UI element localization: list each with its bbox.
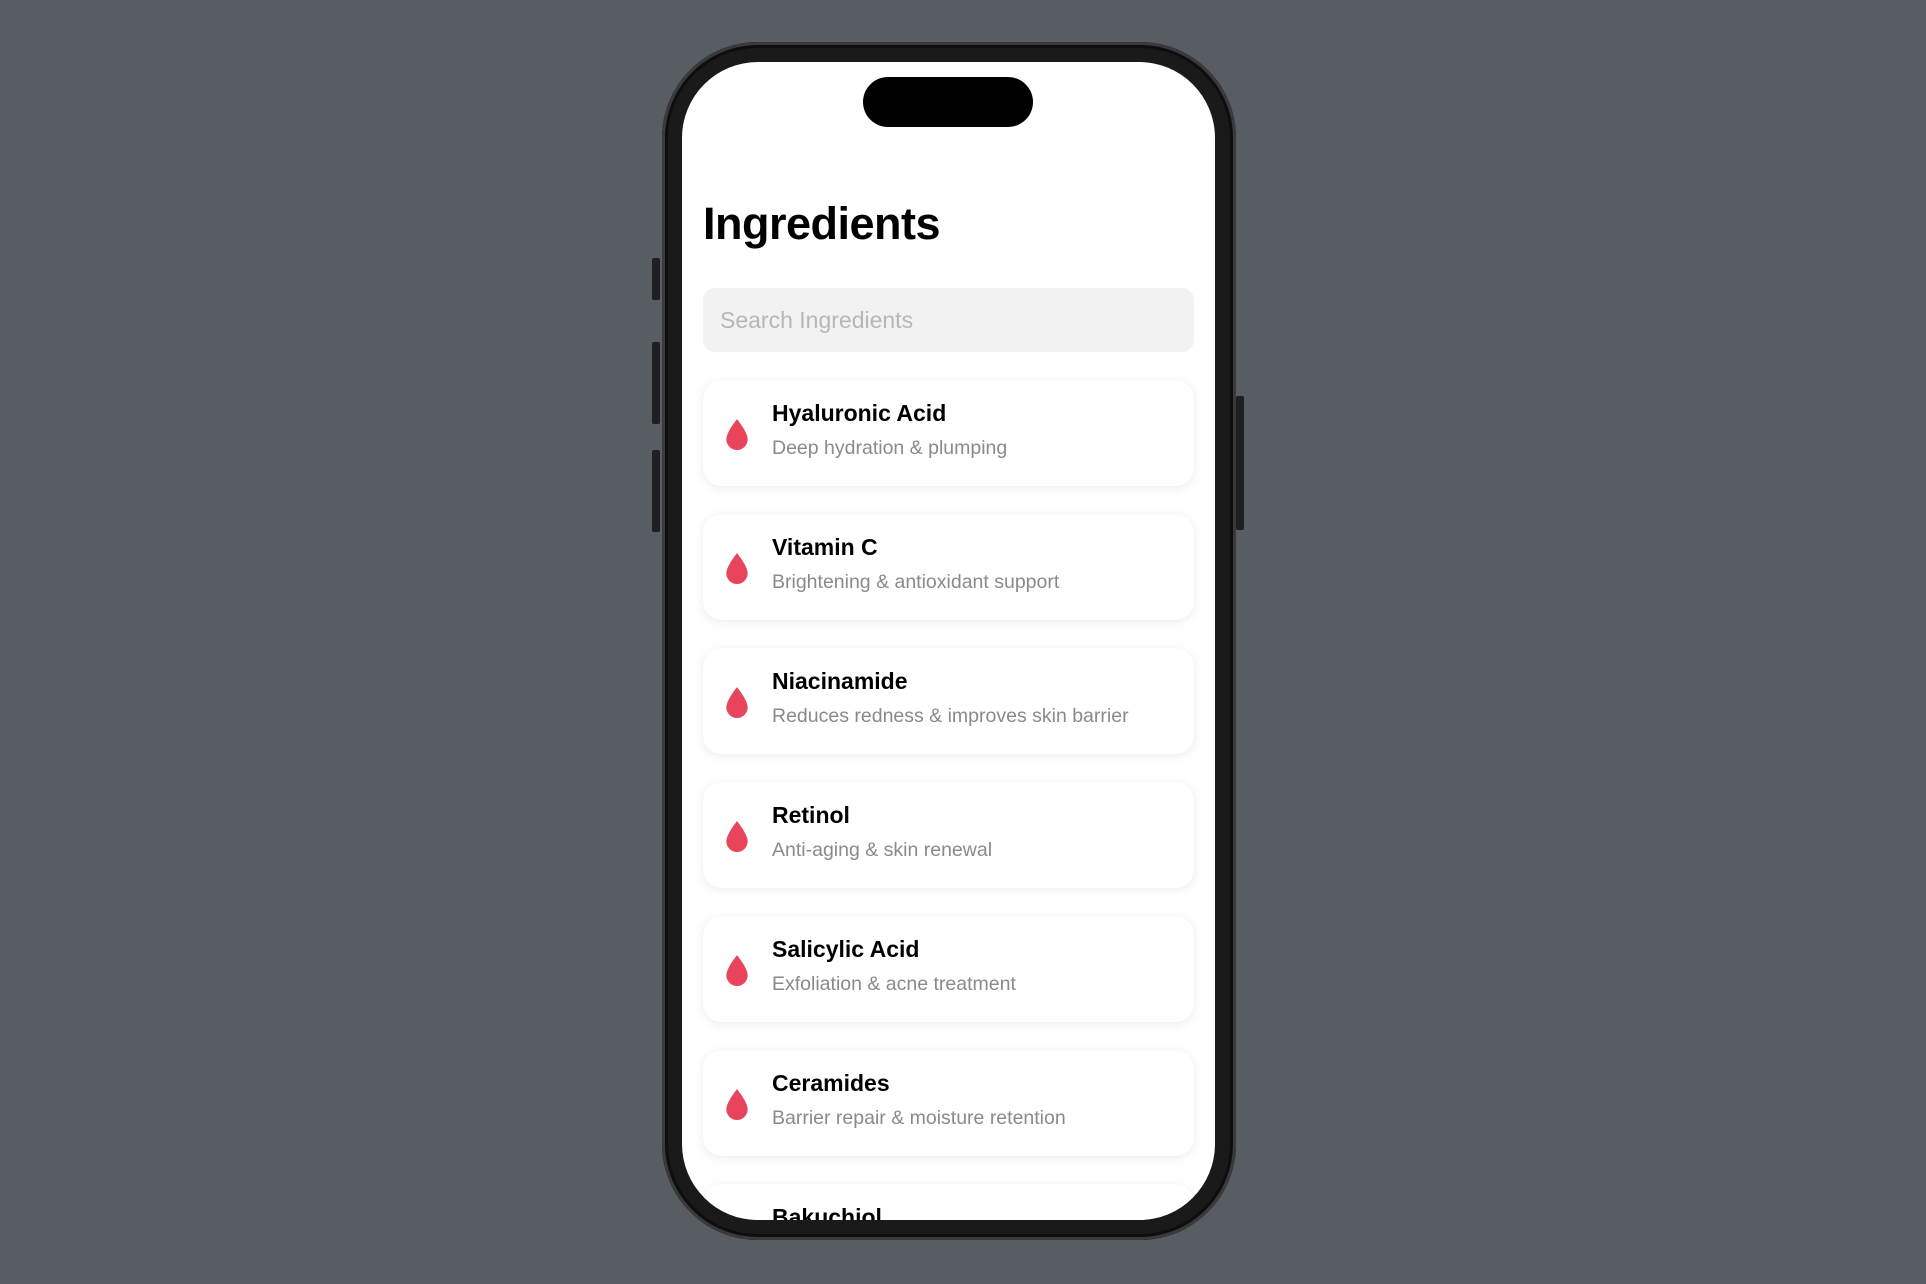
ingredient-description: Barrier repair & moisture retention [772,1107,1066,1129]
ingredient-name: Retinol [772,802,850,828]
ingredient-card-bakuchiol[interactable]: Bakuchiol [703,1184,1194,1220]
ingredient-card-niacinamide[interactable]: Niacinamide Reduces redness & improves s… [703,648,1194,754]
search-input[interactable] [703,288,1194,352]
ingredient-name: Hyaluronic Acid [772,400,947,426]
ingredient-description: Deep hydration & plumping [772,437,1008,459]
drop-icon [726,687,748,718]
ingredient-description: Exfoliation & acne treatment [772,973,1016,995]
side-power-button[interactable] [1236,396,1244,530]
drop-icon [726,1089,748,1120]
ingredient-description: Anti-aging & skin renewal [772,839,993,861]
ingredient-card-retinol[interactable]: Retinol Anti-aging & skin renewal [703,782,1194,888]
page-title: Ingredients [703,198,941,249]
ingredient-description: Brightening & antioxidant support [772,571,1060,593]
ingredient-name: Niacinamide [772,668,908,694]
dynamic-island [863,77,1033,127]
action-button[interactable] [652,258,660,300]
volume-down-button[interactable] [652,450,660,532]
ingredient-name: Salicylic Acid [772,936,920,962]
ingredient-card-vitamin-c[interactable]: Vitamin C Brightening & antioxidant supp… [703,514,1194,620]
drop-icon [726,553,748,584]
ingredient-card-ceramides[interactable]: Ceramides Barrier repair & moisture rete… [703,1050,1194,1156]
ingredient-name: Bakuchiol [772,1204,882,1220]
ingredient-card-hyaluronic-acid[interactable]: Hyaluronic Acid Deep hydration & plumpin… [703,380,1194,486]
ingredient-card-salicylic-acid[interactable]: Salicylic Acid Exfoliation & acne treatm… [703,916,1194,1022]
phone-screen: Ingredients Hyaluronic Acid Deep hydrati… [682,62,1215,1220]
volume-up-button[interactable] [652,342,660,424]
ingredient-name: Vitamin C [772,534,878,560]
ingredient-name: Ceramides [772,1070,890,1096]
drop-icon [726,955,748,986]
ingredient-description: Reduces redness & improves skin barrier [772,705,1129,727]
drop-icon [726,821,748,852]
drop-icon [726,419,748,450]
ingredient-list: Hyaluronic Acid Deep hydration & plumpin… [703,380,1194,1220]
